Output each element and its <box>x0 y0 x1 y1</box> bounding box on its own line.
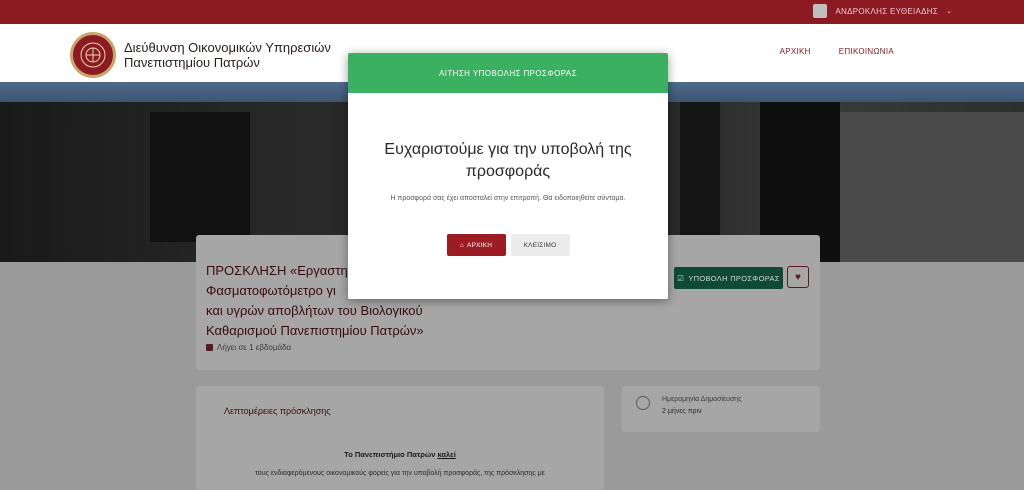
details-heading: Λεπτομέρειες πρόσκλησης <box>224 406 331 416</box>
user-menu[interactable]: ΑΝΔΡΟΚΛΗΣ ΕΥΘΕΙΑΔΗΣ ⌄ <box>813 4 952 18</box>
site-title[interactable]: Διεύθυνση Οικονομικών Υπηρεσιών Πανεπιστ… <box>124 40 331 70</box>
modal-header: ΑΙΤΗΣΗ ΥΠΟΒΟΛΗΣ ΠΡΟΣΦΟΡΑΣ <box>348 53 668 93</box>
chevron-down-icon: ⌄ <box>946 8 952 15</box>
expiry-info: Λήγει σε 1 εβδομάδα <box>206 343 291 352</box>
submit-offer-label: ΥΠΟΒΟΛΗ ΠΡΟΣΦΟΡΑΣ <box>688 273 780 283</box>
details-card: Λεπτομέρειες πρόσκλησης Το Πανεπιστήμιο … <box>196 386 604 490</box>
expiry-text: Λήγει σε 1 εβδομάδα <box>217 343 292 352</box>
modal-title: Ευχαριστούμε για την υποβολή της προσφορ… <box>384 141 632 180</box>
modal-actions: ⌂ ΑΡΧΙΚΗ ΚΛΕΙΣΙΜΟ <box>348 234 668 256</box>
top-bar: ΑΝΔΡΟΚΛΗΣ ΕΥΘΕΙΑΔΗΣ ⌄ <box>0 0 1024 24</box>
seal-icon <box>80 42 106 68</box>
publication-label: Ημερομηνία Δημοσίευσης <box>662 396 742 403</box>
home-icon: ⌂ <box>459 241 465 249</box>
home-button-label: ΑΡΧΙΚΗ <box>467 241 493 249</box>
submit-offer-button[interactable]: ☑ ΥΠΟΒΟΛΗ ΠΡΟΣΦΟΡΑΣ <box>674 267 783 289</box>
calendar-icon <box>206 344 213 351</box>
modal-message: Η προσφορά σας έχει αποσταλεί στην επιτρ… <box>390 195 626 202</box>
nav-contact[interactable]: ΕΠΙΚΟΙΝΩΝΙΑ <box>839 47 894 56</box>
user-avatar <box>813 4 828 18</box>
clock-icon <box>636 396 650 410</box>
publication-value: 2 μήνες πριν <box>662 408 702 415</box>
details-university-link[interactable]: καλεί <box>437 450 455 459</box>
publication-card: Ημερομηνία Δημοσίευσης 2 μήνες πριν <box>622 386 820 432</box>
nav-home[interactable]: ΑΡΧΙΚΗ <box>780 47 811 56</box>
heart-icon: ♥ <box>795 271 801 283</box>
main-nav: ΑΡΧΙΚΗ ΕΠΙΚΟΙΝΩΝΙΑ <box>780 47 894 56</box>
details-university: Το Πανεπιστήμιο Πατρών καλεί <box>196 450 604 459</box>
details-university-text: Το Πανεπιστήμιο Πατρών <box>344 450 438 459</box>
tender-title-line: και υγρών αποβλήτων του Βιολογικού <box>206 303 423 318</box>
site-title-line1: Διεύθυνση Οικονομικών Υπηρεσιών <box>124 40 331 55</box>
details-body: τους ενδιαφερόμενους οικονομικούς φορείς… <box>255 470 545 477</box>
close-button[interactable]: ΚΛΕΙΣΙΜΟ <box>510 234 570 256</box>
site-title-line2: Πανεπιστημίου Πατρών <box>124 55 260 70</box>
tender-title-line: Καθαρισμού Πανεπιστημίου Πατρών» <box>206 323 424 338</box>
checkbox-icon: ☑ <box>677 273 685 283</box>
home-button[interactable]: ⌂ ΑΡΧΙΚΗ <box>446 234 506 256</box>
favorite-button[interactable]: ♥ <box>787 266 809 288</box>
user-name: ΑΝΔΡΟΚΛΗΣ ΕΥΘΕΙΑΔΗΣ <box>835 6 939 16</box>
offer-modal: ΑΙΤΗΣΗ ΥΠΟΒΟΛΗΣ ΠΡΟΣΦΟΡΑΣ Ευχαριστούμε γ… <box>348 53 668 299</box>
university-logo[interactable] <box>70 32 116 78</box>
